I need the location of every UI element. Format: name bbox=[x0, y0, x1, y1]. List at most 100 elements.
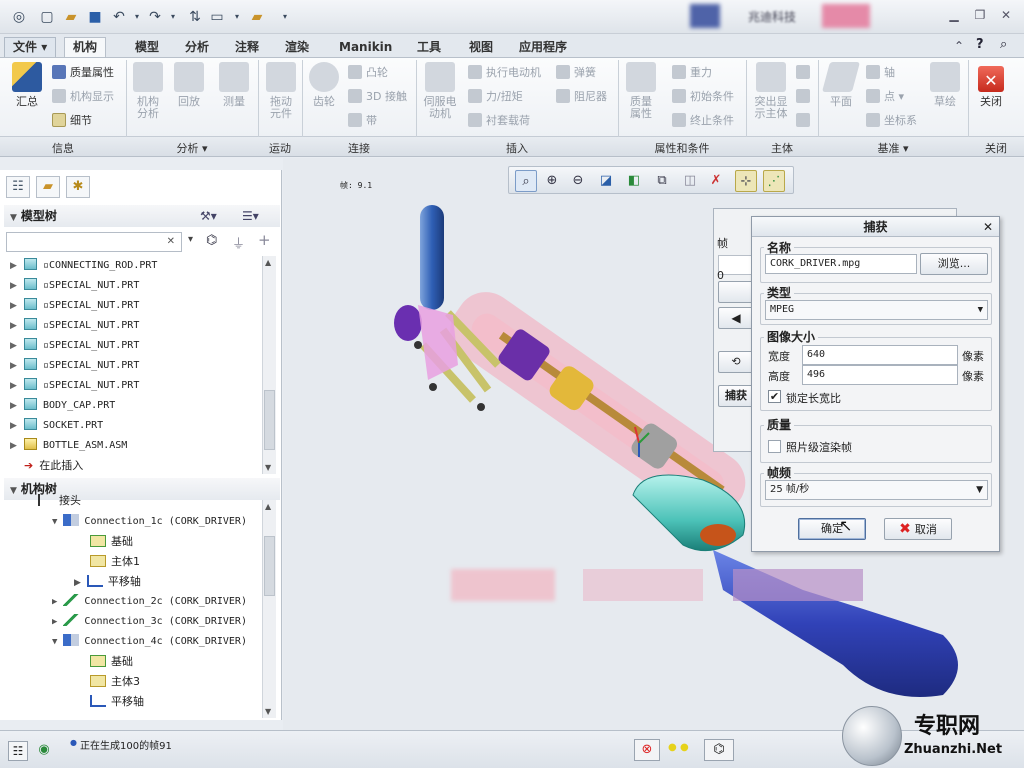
windows-icon[interactable]: ▭ bbox=[208, 8, 226, 26]
mech-tree-row[interactable]: 接头 bbox=[38, 494, 81, 508]
model-tree-tab-icon[interactable]: ☷ bbox=[6, 176, 30, 198]
tree-item[interactable]: ▶ ▫SPECIAL_NUT.PRT bbox=[10, 356, 139, 376]
mass-props-button[interactable]: 质量属性 bbox=[52, 64, 114, 82]
help-icon[interactable]: ? bbox=[976, 37, 984, 52]
view-manager-icon[interactable]: ◫ bbox=[679, 170, 701, 192]
mech-tree-row[interactable]: ▼ Connection_4c (CORK_DRIVER) bbox=[52, 632, 247, 652]
repaint-icon[interactable]: ◪ bbox=[595, 170, 617, 192]
belt-button[interactable]: 带 bbox=[348, 112, 377, 130]
exec-motor-button[interactable]: 执行电动机 bbox=[468, 64, 541, 82]
tree-item[interactable]: ▶ SOCKET.PRT bbox=[10, 416, 103, 436]
windows-dropdown-icon[interactable]: ▾ bbox=[228, 8, 246, 26]
summary-button[interactable]: 汇总 bbox=[8, 62, 46, 108]
ok-button[interactable]: 确定 bbox=[798, 518, 866, 540]
browser-toggle-icon[interactable]: ◉ bbox=[34, 741, 54, 761]
measure-button[interactable]: 测量 bbox=[216, 62, 252, 108]
new-file-icon[interactable]: ▢ bbox=[38, 8, 56, 26]
frame-rate-select[interactable]: 25 帧/秒 ▼ bbox=[765, 480, 988, 500]
tree-item[interactable]: ▶ ▫SPECIAL_NUT.PRT bbox=[10, 336, 139, 356]
close-icon[interactable]: ✕ bbox=[996, 8, 1016, 24]
mech-tree-row[interactable]: 主体3 bbox=[90, 672, 140, 692]
mech-tree-row[interactable]: 基础 bbox=[90, 532, 133, 552]
tab-mechanism[interactable]: 机构 bbox=[64, 37, 107, 58]
redo-dropdown-icon[interactable]: ▾ bbox=[164, 8, 182, 26]
tree-item[interactable]: ▶ ▫SPECIAL_NUT.PRT bbox=[10, 316, 139, 336]
tree-item[interactable]: ▶ ▫SPECIAL_NUT.PRT bbox=[10, 376, 139, 396]
filename-input[interactable]: CORK_DRIVER.mpg bbox=[765, 254, 917, 274]
datum-csys-button[interactable]: 坐标系 bbox=[866, 112, 917, 130]
photo-render-checkbox[interactable] bbox=[768, 440, 781, 453]
display-style-icon[interactable]: ◧ bbox=[623, 170, 645, 192]
loop-button[interactable]: ⟲ bbox=[718, 351, 754, 373]
mech-tree-row[interactable]: 基础 bbox=[90, 652, 133, 672]
saved-orientations-icon[interactable]: ⧉ bbox=[651, 170, 673, 192]
mech-tree-row[interactable]: ▶ Connection_3c (CORK_DRIVER) bbox=[52, 612, 247, 632]
tab-annotate[interactable]: 注释 bbox=[226, 37, 268, 58]
mech-display-button[interactable]: 机构显示 bbox=[52, 88, 114, 106]
tree-item[interactable]: ▶ ▫CONNECTING_ROD.PRT bbox=[10, 256, 157, 276]
datum-plane-button[interactable]: 平面 bbox=[821, 62, 861, 108]
damper-button[interactable]: 阻尼器 bbox=[556, 88, 607, 106]
favorites-tab-icon[interactable]: ✱ bbox=[66, 176, 90, 198]
add-icon[interactable]: + bbox=[258, 231, 271, 249]
termination-conditions-button[interactable]: 终止条件 bbox=[672, 112, 734, 130]
open-folder-icon[interactable]: ▰ bbox=[62, 8, 80, 26]
drag-component-button[interactable]: 拖动 元件 bbox=[262, 62, 300, 120]
mass-properties-button[interactable]: 质量 属性 bbox=[622, 62, 660, 120]
tab-manikin[interactable]: Manikin bbox=[330, 37, 401, 58]
tree-settings-icon[interactable]: ⚒▾ bbox=[200, 205, 217, 227]
cam-button[interactable]: 凸轮 bbox=[348, 64, 388, 82]
width-input[interactable]: 640 bbox=[802, 345, 958, 365]
model-tree-header[interactable]: ▼ 模型树 ⚒▾ ☰▾ bbox=[4, 205, 280, 227]
restore-icon[interactable]: ❐ bbox=[970, 8, 990, 24]
servo-motor-button[interactable]: 伺服电 动机 bbox=[420, 62, 460, 120]
sketch-button[interactable]: 草绘 bbox=[926, 62, 964, 108]
mech-tree-row[interactable]: ▶ 平移轴 bbox=[74, 572, 141, 592]
insert-here-marker[interactable]: ➔ 在此插入 bbox=[10, 456, 83, 476]
mech-tree-row[interactable]: 平移轴 bbox=[90, 692, 144, 712]
contact-3d-button[interactable]: 3D 接触 bbox=[348, 88, 407, 106]
bushing-load-button[interactable]: 衬套载荷 bbox=[468, 112, 530, 130]
playback-button[interactable]: 回放 bbox=[172, 62, 206, 108]
save-icon[interactable]: ■ bbox=[86, 8, 104, 26]
undo-icon[interactable]: ↶ bbox=[110, 8, 128, 26]
capture-button[interactable]: 捕获 bbox=[718, 385, 754, 407]
mech-tree-row[interactable]: ▶ Connection_2c (CORK_DRIVER) bbox=[52, 592, 247, 612]
detail-button[interactable]: 细节 bbox=[52, 112, 92, 130]
zoom-out-icon[interactable]: ⊖ bbox=[567, 170, 589, 192]
datum-axis-button[interactable]: 轴 bbox=[866, 64, 895, 82]
body-tool-3-button[interactable] bbox=[796, 112, 814, 130]
tree-search-input[interactable]: ✕ bbox=[6, 232, 182, 252]
mech-tree-row[interactable]: 主体1 bbox=[90, 552, 140, 572]
model-tree-scrollbar[interactable]: ▲ ▼ bbox=[262, 256, 276, 474]
gear-button[interactable]: 齿轮 bbox=[306, 62, 342, 108]
folder-browser-tab-icon[interactable]: ▰ bbox=[36, 176, 60, 198]
group-datum-label[interactable]: 基准 ▾ bbox=[818, 140, 968, 156]
find-icon[interactable]: ⌬ bbox=[704, 739, 734, 761]
refit-icon[interactable]: ⌕ bbox=[515, 170, 537, 192]
force-torque-button[interactable]: 力/扭矩 bbox=[468, 88, 523, 106]
find-binoculars-icon[interactable]: ⌬ bbox=[206, 233, 217, 248]
cancel-button[interactable]: ✖ 取消 bbox=[884, 518, 952, 540]
tree-item[interactable]: ▶ ▫SPECIAL_NUT.PRT bbox=[10, 296, 139, 316]
highlight-bodies-button[interactable]: 突出显 示主体 bbox=[750, 62, 792, 120]
body-tool-1-button[interactable] bbox=[796, 64, 814, 82]
annotation-display-icon[interactable]: ⋰ bbox=[763, 170, 785, 192]
minimize-icon[interactable]: ▁ bbox=[944, 8, 964, 24]
tab-render[interactable]: 渲染 bbox=[276, 37, 318, 58]
play-reverse-button[interactable]: ◀ bbox=[718, 307, 754, 329]
search-icon[interactable]: ⌕ bbox=[1000, 37, 1007, 52]
datum-display-icon[interactable]: ✗ bbox=[705, 170, 727, 192]
mech-tree-scrollbar[interactable]: ▲ ▼ bbox=[262, 500, 276, 718]
tree-item[interactable]: ▶ ▫SPECIAL_NUT.PRT bbox=[10, 276, 139, 296]
initial-conditions-button[interactable]: 初始条件 bbox=[672, 88, 734, 106]
datum-point-button[interactable]: 点 ▾ bbox=[866, 88, 904, 106]
tab-view[interactable]: 视图 bbox=[460, 37, 502, 58]
undo-dropdown-icon[interactable]: ▾ bbox=[128, 8, 146, 26]
height-input[interactable]: 496 bbox=[802, 365, 958, 385]
stop-regeneration-icon[interactable]: ⊗ bbox=[634, 739, 660, 761]
navigator-toggle-icon[interactable]: ☷ bbox=[8, 741, 28, 761]
redo-icon[interactable]: ↷ bbox=[146, 8, 164, 26]
zoom-in-icon[interactable]: ⊕ bbox=[541, 170, 563, 192]
group-analysis-label[interactable]: 分析 ▾ bbox=[126, 140, 258, 156]
